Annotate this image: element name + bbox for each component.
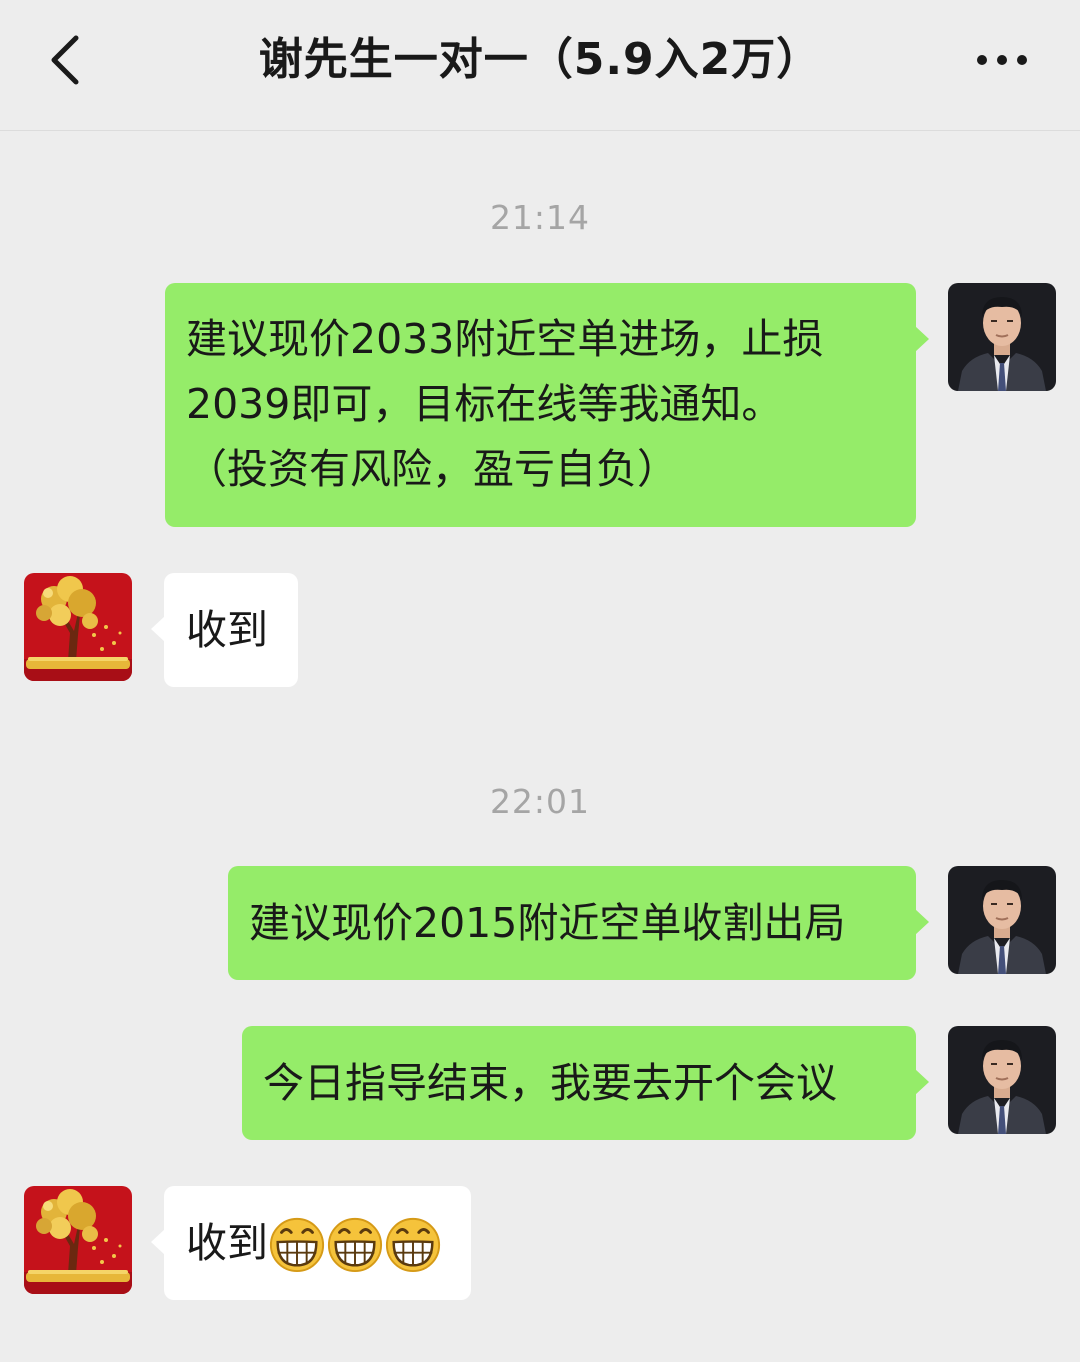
more-dots-icon[interactable] xyxy=(968,40,1038,80)
timestamp: 21:14 xyxy=(489,198,591,237)
chat-title: 谢先生一对一（5.9入2万） xyxy=(258,34,822,85)
man-portrait-avatar[interactable] xyxy=(948,1026,1056,1134)
outgoing-message-bubble[interactable]: 今日指导结束，我要去开个会议 xyxy=(242,1026,929,1140)
grin-emoji-icon xyxy=(384,1215,442,1273)
man-portrait-avatar[interactable] xyxy=(948,866,1056,974)
timestamp: 22:01 xyxy=(489,782,591,821)
grin-emoji-icon xyxy=(326,1215,384,1273)
golden-tree-avatar[interactable] xyxy=(24,1186,132,1294)
incoming-message-bubble[interactable]: 收到 xyxy=(151,573,298,687)
message-text: 今日指导结束，我要去开个会议 xyxy=(263,1059,837,1107)
outgoing-message-bubble[interactable]: 建议现价2015附近空单收割出局 xyxy=(228,866,929,980)
message-line: 建议现价2033附近空单进场，止损 xyxy=(186,315,824,363)
more-button[interactable] xyxy=(968,40,1038,80)
message-text: 建议现价2015附近空单收割出局 xyxy=(249,899,846,947)
man-portrait-avatar[interactable] xyxy=(948,283,1056,391)
message-text: 收到 xyxy=(186,1219,268,1267)
chevron-left-icon[interactable] xyxy=(40,28,100,92)
chat-header: 谢先生一对一（5.9入2万） xyxy=(0,0,1080,131)
incoming-message-bubble[interactable]: 收到 xyxy=(151,1186,471,1300)
back-button[interactable] xyxy=(40,28,100,92)
message-line: 2039即可，目标在线等我通知。 xyxy=(186,380,783,428)
message-line: （投资有风险，盈亏自负） xyxy=(186,445,678,493)
message-text: 收到 xyxy=(186,606,268,654)
grin-emoji-icon xyxy=(268,1215,326,1273)
golden-tree-avatar[interactable] xyxy=(24,573,132,681)
outgoing-message-bubble[interactable]: 建议现价2033附近空单进场，止损 2039即可，目标在线等我通知。 （投资有风… xyxy=(165,283,929,527)
